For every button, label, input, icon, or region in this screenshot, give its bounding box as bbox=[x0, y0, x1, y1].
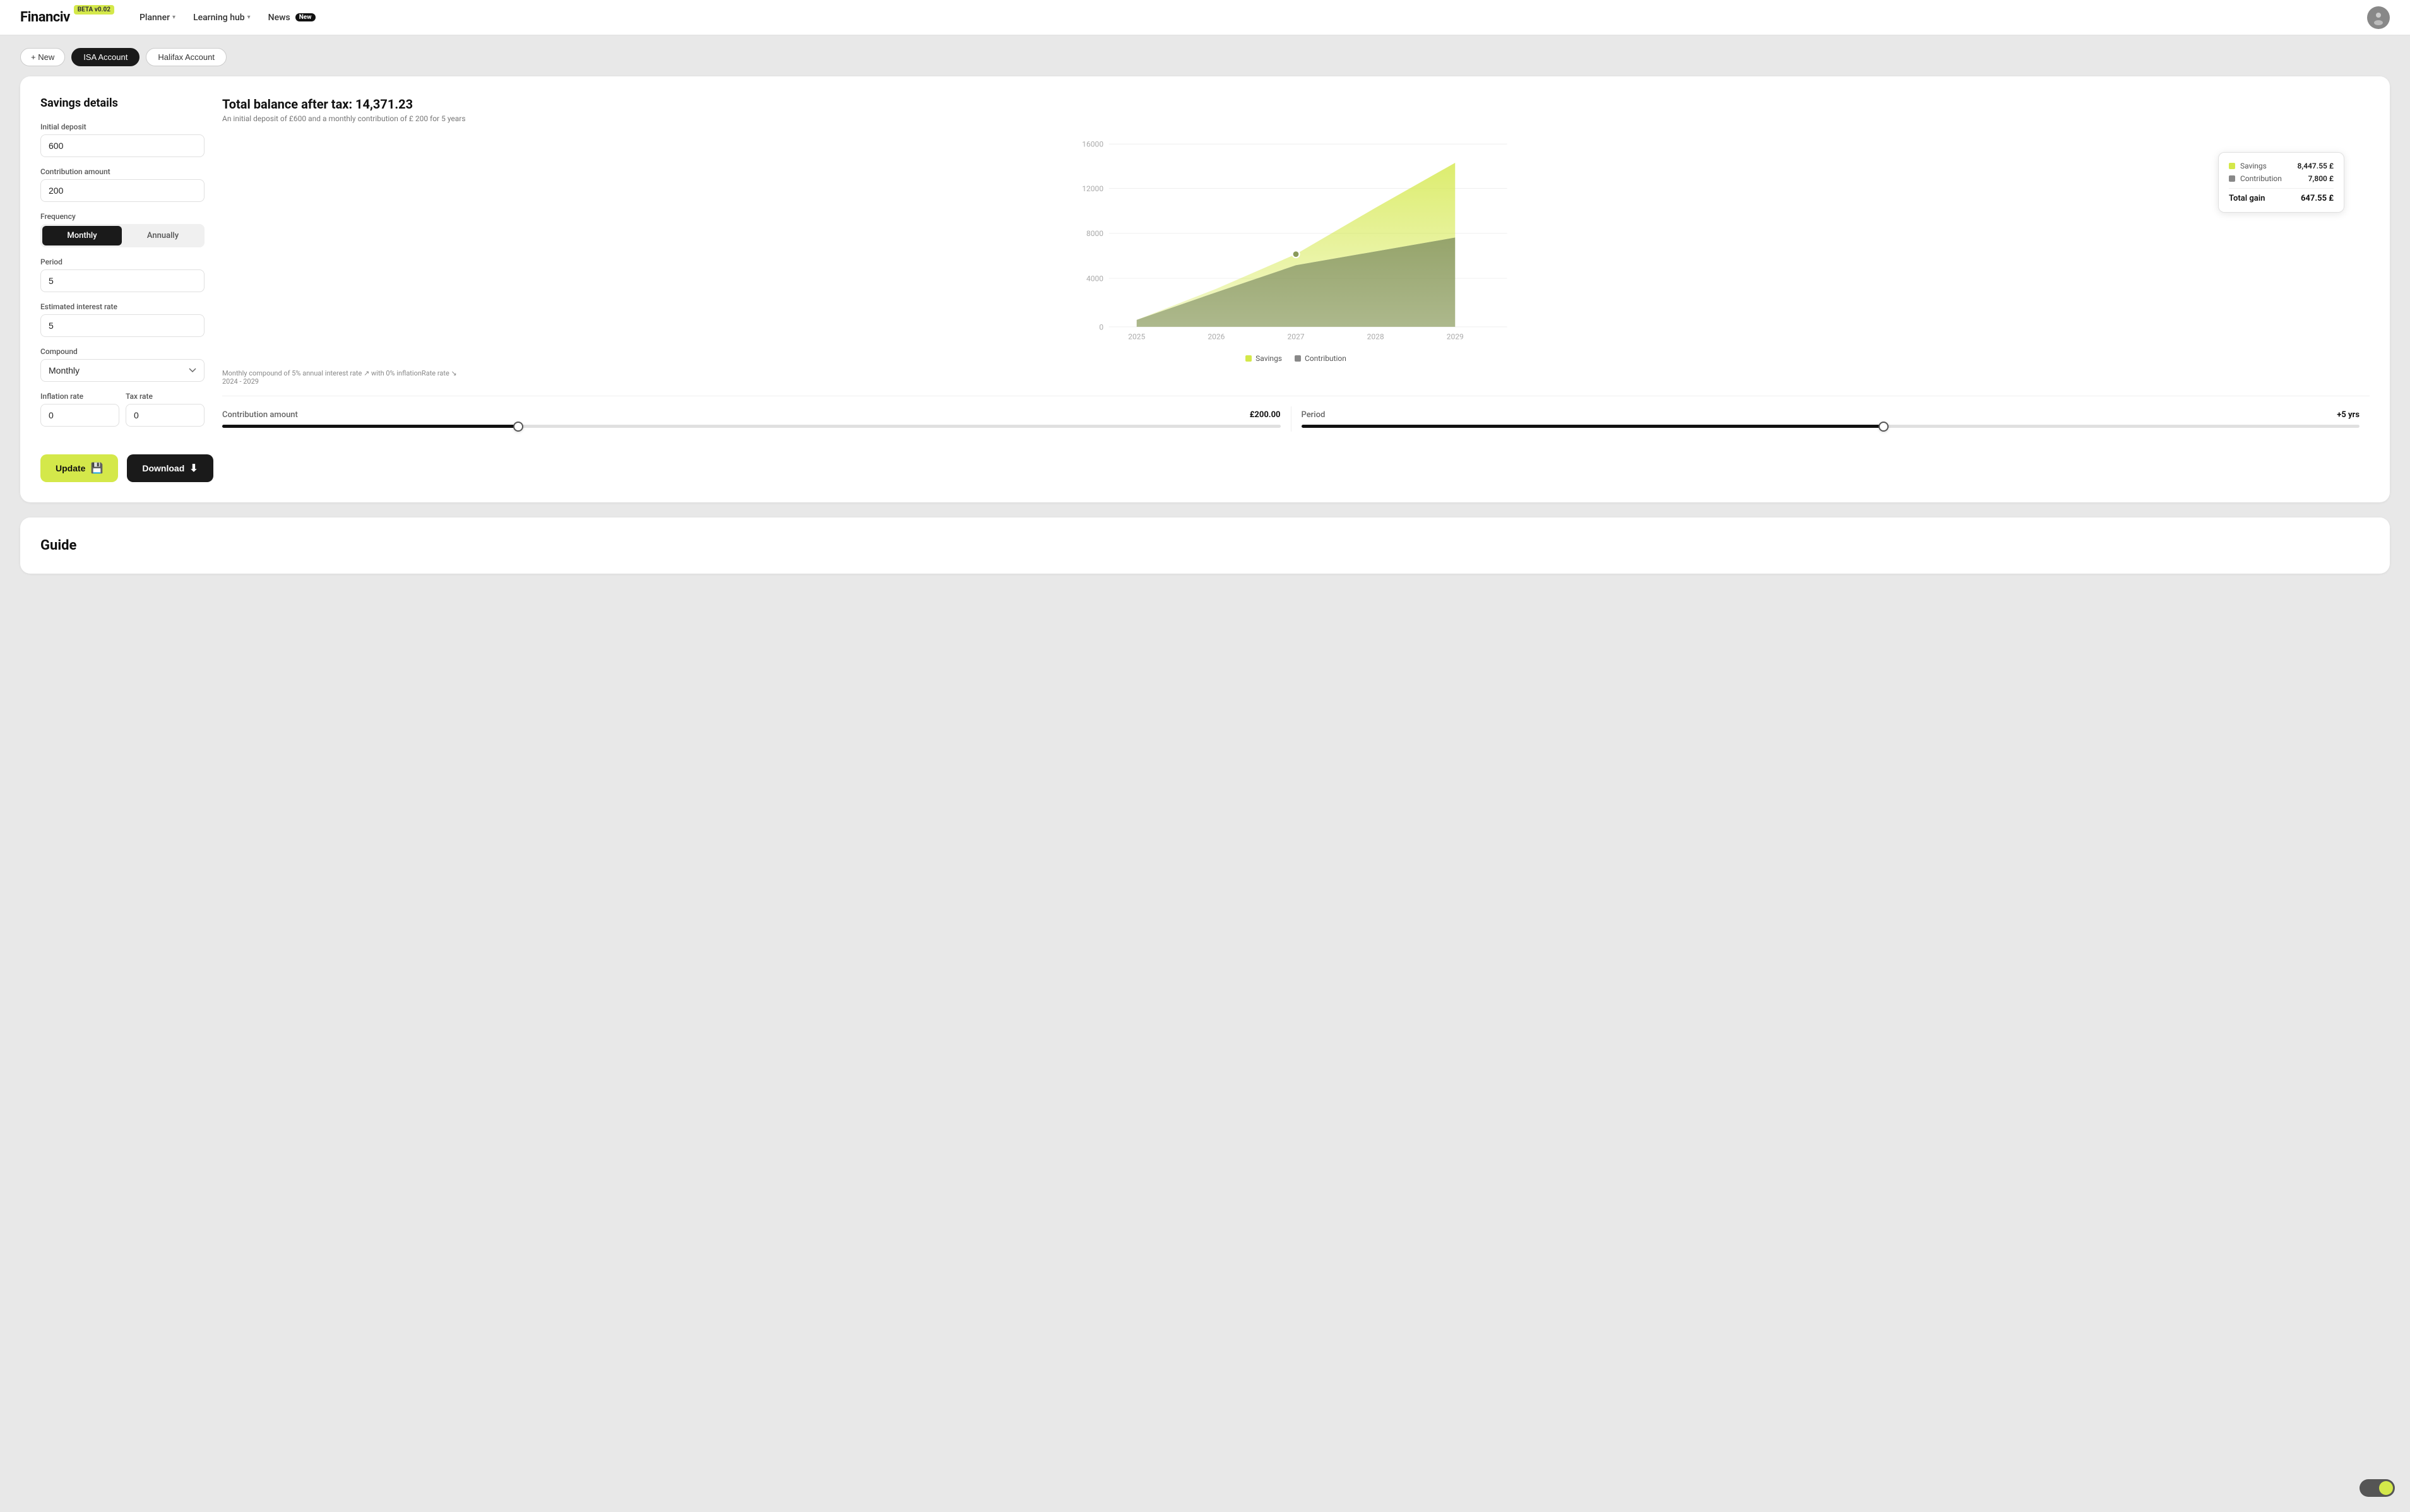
chart-footnote: Monthly compound of 5% annual interest r… bbox=[222, 369, 2370, 386]
period-label: Period bbox=[40, 257, 205, 266]
guide-card: Guide bbox=[20, 517, 2390, 574]
chart-subtitle: An initial deposit of £600 and a monthly… bbox=[222, 114, 2370, 123]
tax-rate-input[interactable] bbox=[126, 404, 205, 427]
svg-text:4000: 4000 bbox=[1086, 275, 1103, 283]
contribution-slider-value: £200.00 bbox=[1250, 410, 1281, 420]
frequency-monthly-option[interactable]: Monthly bbox=[42, 226, 122, 245]
contribution-legend-item: Contribution bbox=[1295, 354, 1346, 363]
inflation-rate-group: Inflation rate bbox=[40, 392, 119, 427]
compound-group: Compound Monthly Annually Daily bbox=[40, 347, 205, 382]
svg-text:16000: 16000 bbox=[1082, 140, 1103, 149]
download-button[interactable]: Download ⬇ bbox=[127, 454, 213, 482]
update-button[interactable]: Update 💾 bbox=[40, 454, 118, 482]
savings-details-title: Savings details bbox=[40, 97, 205, 110]
frequency-annually-option[interactable]: Annually bbox=[123, 226, 203, 245]
contribution-amount-input[interactable] bbox=[40, 179, 205, 202]
period-group: Period bbox=[40, 257, 205, 292]
avatar[interactable] bbox=[2367, 6, 2390, 29]
chart-svg: 16000 12000 8000 4000 0 bbox=[222, 134, 2370, 349]
contribution-legend-dot bbox=[1295, 355, 1301, 362]
frequency-toggle: Monthly Annually bbox=[40, 224, 205, 247]
period-slider-value: +5 yrs bbox=[2337, 410, 2360, 420]
period-input[interactable] bbox=[40, 269, 205, 292]
toggle-knob bbox=[2379, 1481, 2393, 1495]
contribution-amount-label: Contribution amount bbox=[40, 167, 205, 176]
chart-area: Total balance after tax: 14,371.23 An in… bbox=[222, 97, 2370, 482]
tabs-row: + New ISA Account Halifax Account bbox=[0, 35, 2410, 76]
theme-toggle[interactable] bbox=[2360, 1479, 2395, 1497]
period-slider-track[interactable] bbox=[1302, 425, 2360, 428]
svg-text:8000: 8000 bbox=[1086, 229, 1103, 238]
nav-planner[interactable]: Planner ▾ bbox=[132, 9, 183, 27]
chart-title: Total balance after tax: 14,371.23 bbox=[222, 97, 2370, 112]
contribution-slider-group: Contribution amount £200.00 bbox=[222, 410, 1291, 428]
svg-text:2027: 2027 bbox=[1287, 333, 1304, 341]
frequency-group: Frequency Monthly Annually bbox=[40, 212, 205, 247]
download-icon: ⬇ bbox=[189, 462, 198, 475]
contribution-slider-label: Contribution amount bbox=[222, 410, 298, 420]
compound-select[interactable]: Monthly Annually Daily bbox=[40, 359, 205, 382]
inflation-rate-input[interactable] bbox=[40, 404, 119, 427]
initial-deposit-label: Initial deposit bbox=[40, 122, 205, 131]
contribution-amount-group: Contribution amount bbox=[40, 167, 205, 202]
chart-legend: Savings Contribution bbox=[222, 354, 2370, 363]
estimated-interest-label: Estimated interest rate bbox=[40, 302, 205, 311]
nav-learning-hub[interactable]: Learning hub ▾ bbox=[186, 9, 258, 27]
initial-deposit-group: Initial deposit bbox=[40, 122, 205, 157]
compound-label: Compound bbox=[40, 347, 205, 356]
savings-legend-item: Savings bbox=[1245, 354, 1282, 363]
svg-text:12000: 12000 bbox=[1082, 184, 1103, 193]
navbar: Financiv BETA v0.02 Planner ▾ Learning h… bbox=[0, 0, 2410, 35]
save-icon: 💾 bbox=[90, 462, 103, 475]
svg-text:2029: 2029 bbox=[1447, 333, 1464, 341]
tax-rate-label: Tax rate bbox=[126, 392, 205, 401]
period-slider-fill bbox=[1302, 425, 1884, 428]
svg-text:2028: 2028 bbox=[1367, 333, 1384, 341]
tax-rate-group: Tax rate bbox=[126, 392, 205, 427]
sliders-row: Contribution amount £200.00 Period +5 yr… bbox=[222, 396, 2370, 432]
chevron-down-icon: ▾ bbox=[247, 14, 251, 21]
svg-text:2026: 2026 bbox=[1208, 333, 1225, 341]
estimated-interest-group: Estimated interest rate bbox=[40, 302, 205, 337]
period-slider-group: Period +5 yrs bbox=[1291, 410, 2370, 428]
app-logo: Financiv bbox=[20, 9, 70, 25]
period-slider-label: Period bbox=[1302, 410, 1326, 420]
contribution-slider-thumb[interactable] bbox=[513, 422, 523, 432]
inflation-rate-label: Inflation rate bbox=[40, 392, 119, 401]
guide-title: Guide bbox=[40, 538, 2370, 553]
isa-account-tab[interactable]: ISA Account bbox=[71, 48, 139, 66]
beta-badge: BETA v0.02 bbox=[74, 5, 114, 15]
estimated-interest-input[interactable] bbox=[40, 314, 205, 337]
savings-legend-dot bbox=[1245, 355, 1252, 362]
nav-links: Planner ▾ Learning hub ▾ News New bbox=[132, 9, 2367, 27]
new-tab-button[interactable]: + New bbox=[20, 48, 65, 66]
svg-text:0: 0 bbox=[1099, 322, 1103, 331]
period-slider-thumb[interactable] bbox=[1879, 422, 1889, 432]
chart-container: 16000 12000 8000 4000 0 bbox=[222, 134, 2370, 349]
initial-deposit-input[interactable] bbox=[40, 134, 205, 157]
halifax-account-tab[interactable]: Halifax Account bbox=[146, 48, 227, 66]
chevron-down-icon: ▾ bbox=[172, 14, 175, 21]
frequency-label: Frequency bbox=[40, 212, 205, 221]
contribution-slider-fill bbox=[222, 425, 518, 428]
news-new-badge: New bbox=[295, 13, 316, 21]
contribution-slider-track[interactable] bbox=[222, 425, 1281, 428]
main-card: Savings details Initial deposit Contribu… bbox=[20, 76, 2390, 502]
savings-details-panel: Savings details Initial deposit Contribu… bbox=[40, 97, 205, 482]
svg-text:2025: 2025 bbox=[1128, 333, 1145, 341]
nav-news[interactable]: News New bbox=[261, 9, 323, 27]
action-buttons: Update 💾 Download ⬇ bbox=[40, 454, 205, 482]
